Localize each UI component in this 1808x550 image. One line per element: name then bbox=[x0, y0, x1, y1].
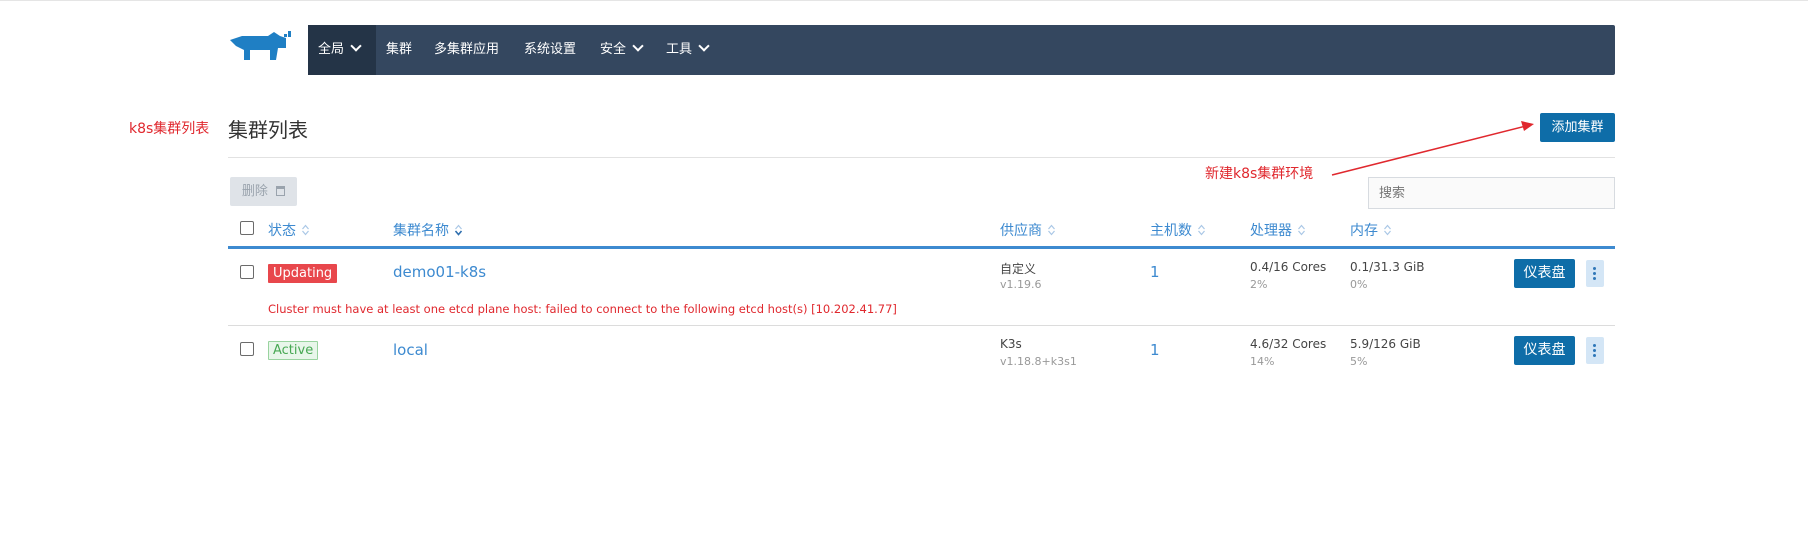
annotation-new-cluster: 新建k8s集群环境 bbox=[1205, 166, 1314, 182]
column-header-nodes-label: 主机数 bbox=[1150, 223, 1192, 239]
page-title: 集群列表 bbox=[228, 118, 308, 142]
memory-usage: 5.9/126 GiB bbox=[1350, 337, 1421, 351]
provider: K3s bbox=[1000, 337, 1022, 351]
top-navbar: 全局 集群 多集群应用 系统设置 安全 工具 bbox=[308, 25, 1615, 75]
node-count-link[interactable]: 1 bbox=[1150, 263, 1160, 281]
cluster-name-link[interactable]: demo01-k8s bbox=[393, 263, 486, 281]
more-actions-icon[interactable] bbox=[1586, 337, 1604, 364]
dashboard-button[interactable]: 仪表盘 bbox=[1514, 259, 1575, 288]
column-header-state[interactable]: 状态 bbox=[268, 220, 309, 240]
delete-button-label: 删除 bbox=[241, 184, 268, 199]
search-input[interactable] bbox=[1368, 177, 1615, 209]
nav-security-label: 安全 bbox=[600, 42, 627, 57]
nav-tools-label: 工具 bbox=[666, 42, 693, 57]
annotation-cluster-list: k8s集群列表 bbox=[129, 121, 210, 137]
provider-version: v1.19.6 bbox=[1000, 278, 1042, 291]
nav-security[interactable]: 安全 bbox=[600, 25, 644, 75]
nav-clusters-label: 集群 bbox=[386, 42, 413, 57]
provider: 自定义 bbox=[1000, 262, 1037, 276]
column-header-nodes[interactable]: 主机数 bbox=[1150, 220, 1205, 240]
column-header-cpu-label: 处理器 bbox=[1250, 223, 1292, 239]
sort-icon bbox=[1048, 224, 1055, 236]
nav-settings-label: 系统设置 bbox=[524, 42, 577, 57]
cpu-percent: 2% bbox=[1250, 278, 1268, 291]
select-all-checkbox[interactable] bbox=[240, 221, 254, 235]
row-checkbox[interactable] bbox=[240, 342, 254, 356]
cpu-usage: 4.6/32 Cores bbox=[1250, 337, 1327, 351]
table-header-divider bbox=[228, 246, 1615, 249]
row-divider bbox=[228, 325, 1615, 326]
cluster-name-link[interactable]: local bbox=[393, 341, 428, 359]
more-actions-icon[interactable] bbox=[1586, 260, 1604, 287]
column-header-memory-label: 内存 bbox=[1350, 223, 1378, 239]
column-header-cpu[interactable]: 处理器 bbox=[1250, 220, 1305, 240]
nav-settings[interactable]: 系统设置 bbox=[524, 25, 576, 75]
divider bbox=[228, 157, 1615, 158]
column-header-name-label: 集群名称 bbox=[393, 223, 449, 239]
cluster-error-message: Cluster must have at least one etcd plan… bbox=[268, 302, 897, 316]
cpu-usage: 0.4/16 Cores bbox=[1250, 260, 1327, 274]
provider-version: v1.18.8+k3s1 bbox=[1000, 355, 1077, 368]
nav-global[interactable]: 全局 bbox=[308, 25, 376, 75]
nav-clusters[interactable]: 集群 bbox=[386, 25, 412, 75]
chevron-down-icon bbox=[698, 40, 710, 52]
row-checkbox[interactable] bbox=[240, 265, 254, 279]
delete-button[interactable]: 删除 bbox=[230, 177, 297, 206]
nav-multi-cluster-apps[interactable]: 多集群应用 bbox=[434, 25, 499, 75]
node-count-link[interactable]: 1 bbox=[1150, 341, 1160, 359]
cpu-percent: 14% bbox=[1250, 355, 1275, 368]
sort-icon bbox=[1198, 224, 1205, 236]
sort-icon bbox=[1384, 224, 1391, 236]
status-badge: Active bbox=[268, 341, 319, 360]
dashboard-button[interactable]: 仪表盘 bbox=[1514, 336, 1575, 365]
column-header-name[interactable]: 集群名称 bbox=[393, 220, 462, 240]
column-header-provider-label: 供应商 bbox=[1000, 223, 1042, 239]
sort-icon bbox=[302, 224, 309, 236]
memory-usage: 0.1/31.3 GiB bbox=[1350, 260, 1425, 274]
chevron-down-icon bbox=[632, 40, 644, 52]
rancher-cow-icon[interactable] bbox=[228, 30, 294, 66]
nav-multi-cluster-apps-label: 多集群应用 bbox=[434, 42, 500, 57]
sort-icon bbox=[1298, 224, 1305, 236]
top-border bbox=[0, 0, 1808, 1]
column-header-memory[interactable]: 内存 bbox=[1350, 220, 1391, 240]
nav-global-label: 全局 bbox=[318, 42, 345, 57]
column-header-state-label: 状态 bbox=[268, 223, 296, 239]
column-header-provider[interactable]: 供应商 bbox=[1000, 220, 1055, 240]
chevron-down-icon bbox=[350, 40, 362, 52]
status-badge: Updating bbox=[268, 264, 338, 283]
trash-icon bbox=[276, 186, 286, 196]
sort-desc-icon bbox=[455, 224, 462, 236]
memory-percent: 0% bbox=[1350, 278, 1368, 291]
memory-percent: 5% bbox=[1350, 355, 1368, 368]
add-cluster-button[interactable]: 添加集群 bbox=[1540, 113, 1615, 142]
nav-tools[interactable]: 工具 bbox=[666, 25, 710, 75]
